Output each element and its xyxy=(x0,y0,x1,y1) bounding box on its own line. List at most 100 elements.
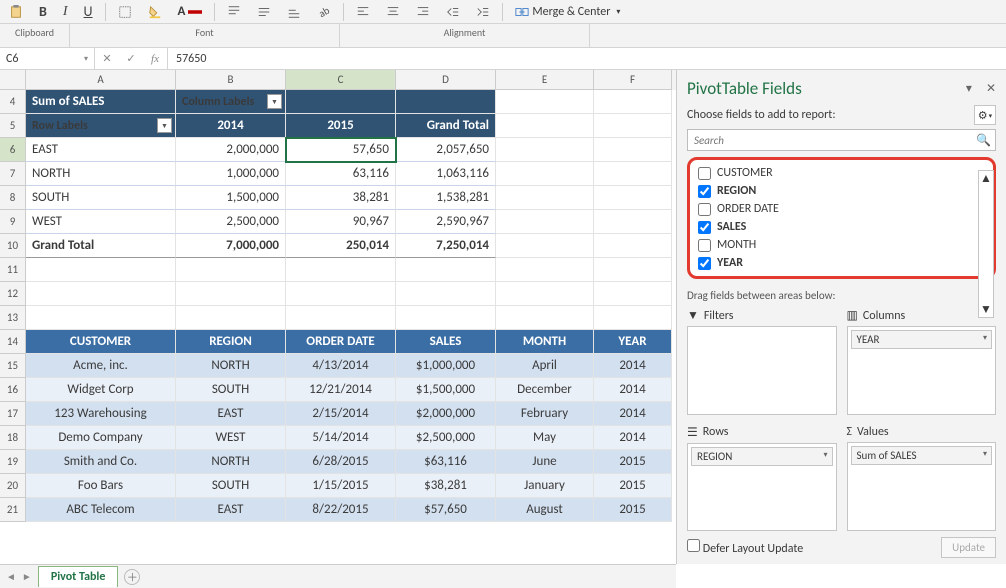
row-head[interactable]: 7 xyxy=(0,162,26,186)
paste-button[interactable] xyxy=(5,3,27,21)
pivot-sum-label[interactable]: Sum of SALES xyxy=(26,90,176,114)
rows-icon: ☰ xyxy=(687,425,698,440)
align-middle-button[interactable] xyxy=(253,3,275,21)
columns-icon: ▥ xyxy=(847,308,858,323)
pivot-row-labels[interactable]: Row Labels▼ xyxy=(26,114,176,138)
merge-label: Merge & Center xyxy=(532,5,610,19)
filters-area[interactable]: ▼Filters xyxy=(687,308,837,415)
tbl-head-orderdate[interactable]: ORDER DATE xyxy=(286,330,396,354)
filters-drop[interactable] xyxy=(687,326,837,415)
gear-icon[interactable]: ⚙▾ xyxy=(974,105,996,125)
pivot-year-2015[interactable]: 2015 xyxy=(286,114,396,138)
tbl-head-month[interactable]: MONTH xyxy=(496,330,594,354)
defer-update-checkbox[interactable]: Defer Layout Update xyxy=(687,539,803,556)
align-bottom-button[interactable] xyxy=(283,3,305,21)
drag-label: Drag fields between areas below: xyxy=(687,289,996,302)
rows-drop[interactable]: REGION xyxy=(687,443,837,532)
field-month[interactable]: MONTH xyxy=(694,236,989,254)
close-pane-icon[interactable]: ✕ xyxy=(986,81,996,96)
filter-icon: ▼ xyxy=(687,308,699,323)
new-sheet-button[interactable]: ＋ xyxy=(124,569,140,585)
col-head-a[interactable]: A xyxy=(26,70,176,90)
tab-nav-prev[interactable]: ◄ xyxy=(6,570,16,583)
italic-button[interactable]: I xyxy=(59,2,72,22)
row-head[interactable]: 9 xyxy=(0,210,26,234)
separator xyxy=(214,3,215,21)
row-head[interactable]: 6 xyxy=(0,138,26,162)
pivot-column-labels[interactable]: Column Labels▼ xyxy=(176,90,286,114)
values-area[interactable]: ΣValues Sum of SALES xyxy=(847,425,997,532)
fx-button[interactable]: fx xyxy=(143,48,167,69)
field-search[interactable]: 🔍 xyxy=(687,129,996,151)
columns-drop[interactable]: YEAR xyxy=(847,326,997,415)
field-region[interactable]: REGION xyxy=(694,182,989,200)
decrease-indent-button[interactable] xyxy=(442,3,464,21)
fill-color-button[interactable] xyxy=(144,3,166,21)
row-head[interactable]: 4 xyxy=(0,90,26,114)
sheet-tab-active[interactable]: Pivot Table xyxy=(38,566,119,587)
field-orderdate[interactable]: ORDER DATE xyxy=(694,200,989,218)
pane-dropdown-icon[interactable]: ▾ xyxy=(966,81,972,96)
ribbon-row: B I U A ab Merge & Center▾ xyxy=(0,0,1006,24)
field-year[interactable]: YEAR xyxy=(694,254,989,272)
value-chip-sum-sales[interactable]: Sum of SALES xyxy=(851,446,993,465)
tbl-head-customer[interactable]: CUSTOMER xyxy=(26,330,176,354)
formula-buttons: ✕ ✓ fx xyxy=(95,48,168,69)
dropdown-icon[interactable]: ▼ xyxy=(157,118,172,133)
align-center-button[interactable] xyxy=(382,3,404,21)
row-head[interactable]: 5 xyxy=(0,114,26,138)
row-chip-region[interactable]: REGION xyxy=(691,447,833,466)
column-chip-year[interactable]: YEAR xyxy=(851,330,993,349)
col-head-c[interactable]: C xyxy=(286,70,396,90)
orientation-button[interactable]: ab xyxy=(313,3,335,21)
borders-button[interactable] xyxy=(114,3,136,21)
font-color-button[interactable]: A xyxy=(174,2,207,21)
increase-indent-button[interactable] xyxy=(472,3,494,21)
tab-nav-next[interactable]: ► xyxy=(22,570,32,583)
svg-text:ab: ab xyxy=(317,5,331,19)
align-left-button[interactable] xyxy=(352,3,374,21)
pivot-grand-total-col[interactable]: Grand Total xyxy=(396,114,496,138)
active-cell[interactable]: 57,650 xyxy=(286,138,396,162)
tbl-head-year[interactable]: YEAR xyxy=(594,330,672,354)
field-customer[interactable]: CUSTOMER xyxy=(694,164,989,182)
pivot-grand-total-row[interactable]: Grand Total xyxy=(26,234,176,258)
row-head[interactable]: 10 xyxy=(0,234,26,258)
formula-input[interactable]: 57650 xyxy=(168,48,1006,69)
update-button[interactable]: Update xyxy=(941,537,996,558)
columns-area[interactable]: ▥Columns YEAR xyxy=(847,308,997,415)
field-list-highlighted: CUSTOMER REGION ORDER DATE SALES MONTH Y… xyxy=(687,157,996,279)
field-sales[interactable]: SALES xyxy=(694,218,989,236)
cancel-formula-button[interactable]: ✕ xyxy=(95,48,119,69)
values-drop[interactable]: Sum of SALES xyxy=(847,442,997,532)
separator xyxy=(105,3,106,21)
accept-formula-button[interactable]: ✓ xyxy=(119,48,143,69)
align-right-button[interactable] xyxy=(412,3,434,21)
merge-center-button[interactable]: Merge & Center▾ xyxy=(511,3,624,21)
column-headers: A B C D E F xyxy=(0,70,676,90)
separator xyxy=(502,3,503,21)
bold-button[interactable]: B xyxy=(35,1,51,22)
rows-area[interactable]: ☰Rows REGION xyxy=(687,425,837,532)
align-top-button[interactable] xyxy=(223,3,245,21)
pivot-row-label[interactable]: EAST xyxy=(26,138,176,162)
search-icon: 🔍 xyxy=(976,133,991,148)
pivot-year-2014[interactable]: 2014 xyxy=(176,114,286,138)
col-head-e[interactable]: E xyxy=(496,70,594,90)
field-list-scrollbar[interactable]: ▲▼ xyxy=(978,170,994,318)
formula-bar: C6 ✕ ✓ fx 57650 xyxy=(0,48,1006,70)
pane-title: PivotTable Fields xyxy=(687,78,802,99)
col-head-f[interactable]: F xyxy=(594,70,672,90)
dropdown-icon[interactable]: ▼ xyxy=(267,94,282,109)
select-all-corner[interactable] xyxy=(0,70,26,90)
tbl-head-region[interactable]: REGION xyxy=(176,330,286,354)
row-head[interactable]: 8 xyxy=(0,186,26,210)
name-box[interactable]: C6 xyxy=(0,48,95,69)
search-input[interactable] xyxy=(687,129,996,151)
underline-button[interactable]: U xyxy=(80,1,97,22)
col-head-d[interactable]: D xyxy=(396,70,496,90)
spreadsheet-grid[interactable]: A B C D E F 4 Sum of SALES Column Labels… xyxy=(0,70,676,564)
tbl-head-sales[interactable]: SALES xyxy=(396,330,496,354)
col-head-b[interactable]: B xyxy=(176,70,286,90)
values-icon: Σ xyxy=(847,425,853,439)
